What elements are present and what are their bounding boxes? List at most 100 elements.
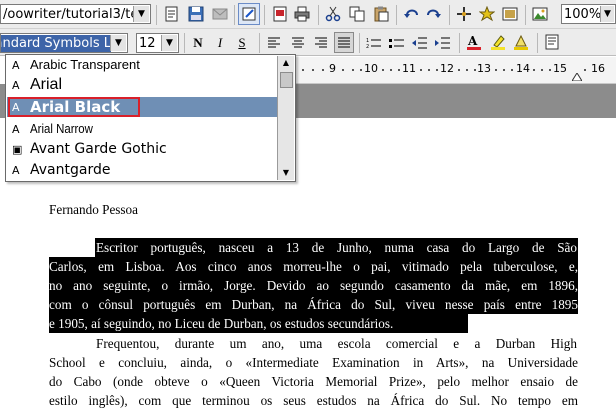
horizontal-ruler[interactable]: 9 10 11 12 13 14 15 16 [296, 57, 616, 84]
align-left-icon [268, 37, 280, 48]
mail-icon [212, 8, 228, 20]
chevron-down-icon[interactable]: ▼ [110, 35, 126, 51]
scrollbar-thumb[interactable] [280, 72, 293, 88]
chevron-down-icon[interactable]: ▼ [133, 6, 149, 22]
font-list-item-label: Arabic Transparent [30, 57, 140, 72]
align-right-button[interactable] [311, 32, 331, 53]
scroll-down-icon[interactable]: ▼ [278, 166, 294, 180]
align-left-button[interactable] [264, 32, 284, 53]
bullets-button[interactable] [387, 32, 407, 53]
font-color-button[interactable]: A [464, 32, 484, 53]
ruler-number: 10 [364, 62, 378, 75]
bold-button[interactable]: N [188, 32, 208, 53]
paragraph-line: com o cônsul português em Durban, na Áfr… [49, 297, 578, 312]
font-size-value: 12 [139, 36, 156, 51]
paragraph-background-button[interactable] [542, 32, 562, 53]
copy-button[interactable] [346, 3, 368, 25]
scroll-up-icon[interactable]: ▲ [278, 56, 294, 70]
ruler-number: 12 [440, 62, 454, 75]
stylist-button[interactable] [476, 3, 498, 25]
align-right-icon [315, 37, 327, 48]
italic-label: I [217, 35, 223, 50]
paste-button[interactable] [370, 3, 392, 25]
ruler-number: 15 [553, 62, 567, 75]
align-center-icon [292, 37, 304, 48]
decrease-indent-button[interactable] [410, 32, 430, 53]
justify-icon [338, 37, 350, 48]
navigator-icon [457, 7, 471, 21]
underline-label: S [238, 35, 246, 50]
zoom-value: 100% [564, 7, 602, 22]
paragraph-line: School e concluiu, ainda, o «Intermediat… [49, 355, 578, 370]
floppy-disk-icon [188, 6, 204, 22]
dropdown-scrollbar[interactable]: ▲ ▼ [277, 56, 294, 180]
font-color-icon: A [467, 34, 481, 50]
redo-button[interactable] [423, 3, 445, 25]
ruler-number: 13 [477, 62, 491, 75]
clipboard-icon [374, 6, 389, 22]
paragraph-line: Carlos, em Lisboa. Aos cinco anos morreu… [49, 259, 578, 274]
font-list-item-label: Avantgarde [30, 162, 111, 178]
align-center-button[interactable] [288, 32, 308, 53]
chevron-down-icon[interactable]: ▼ [600, 6, 614, 22]
printer-icon [294, 6, 310, 22]
background-color-button[interactable] [511, 32, 531, 53]
ruler-number: 14 [516, 62, 530, 75]
pdf-icon [273, 6, 287, 22]
stylist-icon [478, 5, 496, 22]
ruler-number: 16 [591, 62, 605, 75]
numbered-list-icon: 12 [366, 38, 381, 50]
edit-file-button[interactable] [161, 3, 183, 25]
font-list-item-label: Avant Garde Gothic [30, 141, 167, 157]
undo-button[interactable] [400, 3, 422, 25]
save-button[interactable] [185, 3, 207, 25]
font-name-combobox[interactable]: Standard Symbols L ▼ [0, 33, 128, 53]
highlighter-icon [491, 35, 505, 50]
cut-button[interactable] [322, 3, 344, 25]
font-list-item-avantgarde[interactable]: A Avantgarde [7, 160, 279, 180]
zoom-combobox[interactable]: 100% ▼ [561, 4, 616, 24]
edit-mode-icon [242, 7, 256, 21]
font-list-item-arabic-transparent[interactable]: A Arabic Transparent [7, 55, 279, 75]
font-list-item-label: Arial Narrow [30, 121, 93, 136]
edit-mode-button[interactable] [238, 3, 260, 25]
gallery-button[interactable] [499, 3, 521, 25]
highlighting-button[interactable] [488, 32, 508, 53]
increase-indent-button[interactable] [433, 32, 453, 53]
right-indent-marker-icon[interactable] [572, 73, 582, 81]
increase-indent-icon [435, 37, 450, 49]
numbering-button[interactable]: 12 [364, 32, 384, 53]
printer-font-icon: ▣ [12, 143, 23, 156]
redo-icon [427, 9, 441, 18]
edit-file-icon [165, 6, 178, 22]
ruler-number: 11 [402, 62, 416, 75]
print-button[interactable] [291, 3, 313, 25]
navigator-button[interactable] [453, 3, 475, 25]
font-list-item-arial-narrow[interactable]: A Arial Narrow [7, 119, 279, 139]
selection-annotation-box [8, 97, 140, 117]
paragraph-line: Frequentou, durante um ano, uma escola c… [96, 336, 577, 351]
paragraph-line: e 1905, aí seguindo, no Liceu de Durban,… [49, 316, 394, 331]
scissors-icon [325, 6, 341, 22]
font-list-item-avant-garde-gothic[interactable]: ▣ Avant Garde Gothic [7, 139, 279, 159]
italic-button[interactable]: I [210, 32, 230, 53]
export-pdf-button[interactable] [269, 3, 291, 25]
font-type-icon: A [12, 59, 20, 72]
svg-text:A: A [467, 34, 478, 48]
font-size-combobox[interactable]: 12 ▼ [136, 33, 179, 53]
document-heading: Fernando Pessoa [49, 202, 139, 217]
underline-button[interactable]: S [232, 32, 252, 53]
font-type-icon: A [12, 79, 20, 92]
function-toolbar: /oowriter/tutorial3/test ▼ [0, 0, 616, 29]
chevron-down-icon[interactable]: ▼ [161, 35, 177, 51]
font-name-dropdown-list[interactable]: A Arabic Transparent A Arial A Arial Bla… [5, 54, 296, 182]
font-list-item-arial[interactable]: A Arial [7, 75, 279, 95]
load-url-combobox[interactable]: /oowriter/tutorial3/test ▼ [0, 4, 151, 24]
justify-button[interactable] [334, 32, 354, 53]
bold-label: N [193, 35, 203, 50]
bullet-list-icon [389, 39, 404, 48]
send-mail-button[interactable] [209, 3, 231, 25]
gallery-icon [502, 7, 518, 21]
insert-image-button[interactable] [529, 3, 551, 25]
decrease-indent-icon [412, 37, 427, 49]
